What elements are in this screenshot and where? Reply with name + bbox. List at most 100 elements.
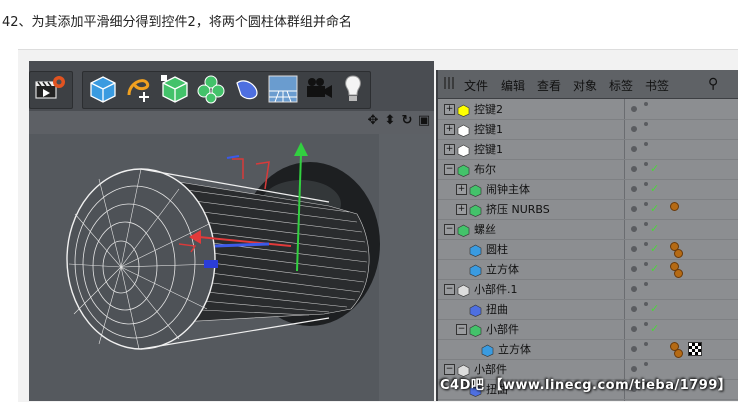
- object-label[interactable]: 控键2: [474, 101, 503, 117]
- 3d-viewport[interactable]: [29, 134, 434, 401]
- menu-tags[interactable]: 标签: [609, 77, 633, 94]
- object-label[interactable]: 控键1: [474, 141, 503, 157]
- visibility-dot-editor[interactable]: [631, 186, 637, 192]
- enabled-check-icon[interactable]: ✓: [650, 202, 659, 215]
- visibility-dot-editor[interactable]: [631, 366, 637, 372]
- object-label[interactable]: 闹钟主体: [486, 181, 530, 197]
- enabled-check-icon[interactable]: ✓: [650, 262, 659, 275]
- object-label[interactable]: 小部件.1: [474, 281, 518, 297]
- object-label[interactable]: 小部件: [486, 321, 519, 337]
- object-row[interactable]: − 小部件 ✓: [438, 319, 738, 340]
- maximize-view-icon[interactable]: ▣: [417, 114, 431, 128]
- search-icon[interactable]: ⚲: [708, 76, 718, 92]
- object-row[interactable]: + 控键2: [438, 99, 738, 120]
- menu-bookmarks[interactable]: 书签: [645, 77, 669, 94]
- panel-grip-icon[interactable]: [444, 77, 456, 89]
- visibility-dot-editor[interactable]: [631, 286, 637, 292]
- camera-icon[interactable]: [303, 73, 335, 105]
- object-row[interactable]: 立方体 ✓: [438, 259, 738, 280]
- object-row[interactable]: + 控键1: [438, 119, 738, 140]
- light-icon[interactable]: [337, 73, 369, 105]
- visibility-dot-editor[interactable]: [631, 266, 637, 272]
- visibility-dot-editor[interactable]: [631, 126, 637, 132]
- object-label[interactable]: 立方体: [486, 261, 519, 277]
- material-tag-icon[interactable]: [674, 269, 683, 278]
- expand-toggle[interactable]: +: [456, 204, 467, 215]
- expand-toggle[interactable]: −: [444, 284, 455, 295]
- visibility-dot-render[interactable]: [644, 202, 648, 206]
- object-row[interactable]: + 控键1: [438, 139, 738, 160]
- visibility-dot-render[interactable]: [644, 342, 648, 346]
- visibility-dot-editor[interactable]: [631, 146, 637, 152]
- object-group: [82, 71, 371, 109]
- expand-toggle[interactable]: +: [444, 104, 455, 115]
- enabled-check-icon[interactable]: ✓: [650, 162, 659, 175]
- enabled-check-icon[interactable]: ✓: [650, 222, 659, 235]
- rotate-view-icon[interactable]: ↻: [400, 114, 414, 128]
- object-row[interactable]: − 螺丝 ✓: [438, 219, 738, 240]
- object-row[interactable]: − 布尔 ✓: [438, 159, 738, 180]
- visibility-dot-editor[interactable]: [631, 226, 637, 232]
- expand-toggle[interactable]: +: [444, 124, 455, 135]
- enabled-check-icon[interactable]: ✓: [650, 182, 659, 195]
- visibility-dot-editor[interactable]: [631, 206, 637, 212]
- material-tag-icon[interactable]: [674, 249, 683, 258]
- spline-pen-icon[interactable]: [123, 73, 155, 105]
- cloner-icon[interactable]: [195, 73, 227, 105]
- object-icon: [469, 302, 482, 317]
- object-row[interactable]: + 挤压 NURBS ✓: [438, 199, 738, 220]
- visibility-dot-render[interactable]: [644, 162, 648, 166]
- object-label[interactable]: 立方体: [498, 341, 531, 357]
- enabled-check-icon[interactable]: ✓: [650, 302, 659, 315]
- object-label[interactable]: 螺丝: [474, 221, 496, 237]
- subdivision-icon[interactable]: [159, 73, 191, 105]
- menu-file[interactable]: 文件: [464, 77, 488, 94]
- object-row[interactable]: 扭曲 ✓: [438, 299, 738, 320]
- visibility-dot-render[interactable]: [644, 222, 648, 226]
- visibility-dot-editor[interactable]: [631, 306, 637, 312]
- expand-toggle[interactable]: −: [456, 324, 467, 335]
- object-row[interactable]: + 闹钟主体 ✓: [438, 179, 738, 200]
- texture-tag-icon[interactable]: [688, 342, 702, 356]
- menu-objects[interactable]: 对象: [573, 77, 597, 94]
- deformer-icon[interactable]: [231, 73, 263, 105]
- visibility-dot-editor[interactable]: [631, 106, 637, 112]
- visibility-dot-render[interactable]: [644, 242, 648, 246]
- object-row[interactable]: − 小部件.1: [438, 279, 738, 300]
- object-label[interactable]: 控键1: [474, 121, 503, 137]
- visibility-dot-render[interactable]: [644, 182, 648, 186]
- menu-edit[interactable]: 编辑: [501, 77, 525, 94]
- object-label[interactable]: 扭曲: [486, 301, 508, 317]
- visibility-dot-render[interactable]: [644, 262, 648, 266]
- object-label[interactable]: 挤压 NURBS: [486, 201, 550, 217]
- visibility-dot-editor[interactable]: [631, 326, 637, 332]
- move-view-icon[interactable]: ✥: [366, 114, 380, 128]
- expand-toggle[interactable]: −: [444, 164, 455, 175]
- visibility-dot-editor[interactable]: [631, 246, 637, 252]
- visibility-dot-render[interactable]: [644, 122, 648, 126]
- material-tag-icon[interactable]: [674, 349, 683, 358]
- object-label[interactable]: 布尔: [474, 161, 496, 177]
- expand-toggle[interactable]: +: [456, 184, 467, 195]
- visibility-dot-editor[interactable]: [631, 346, 637, 352]
- visibility-dot-render[interactable]: [644, 362, 648, 366]
- film-settings-icon[interactable]: [34, 73, 66, 105]
- pan-view-icon[interactable]: ⬍: [383, 114, 397, 128]
- expand-toggle[interactable]: +: [444, 144, 455, 155]
- object-row[interactable]: 圆柱 ✓: [438, 239, 738, 260]
- material-tag-icon[interactable]: [670, 202, 679, 211]
- enabled-check-icon[interactable]: ✓: [650, 322, 659, 335]
- object-row[interactable]: 立方体: [438, 339, 738, 360]
- visibility-dot-editor[interactable]: [631, 166, 637, 172]
- floor-icon[interactable]: [267, 73, 299, 105]
- visibility-dot-render[interactable]: [644, 102, 648, 106]
- object-label[interactable]: 圆柱: [486, 241, 508, 257]
- visibility-dot-render[interactable]: [644, 302, 648, 306]
- visibility-dot-render[interactable]: [644, 142, 648, 146]
- enabled-check-icon[interactable]: ✓: [650, 242, 659, 255]
- cube-icon[interactable]: [87, 73, 119, 105]
- visibility-dot-render[interactable]: [644, 322, 648, 326]
- expand-toggle[interactable]: −: [444, 224, 455, 235]
- menu-view[interactable]: 查看: [537, 77, 561, 94]
- visibility-dot-render[interactable]: [644, 282, 648, 286]
